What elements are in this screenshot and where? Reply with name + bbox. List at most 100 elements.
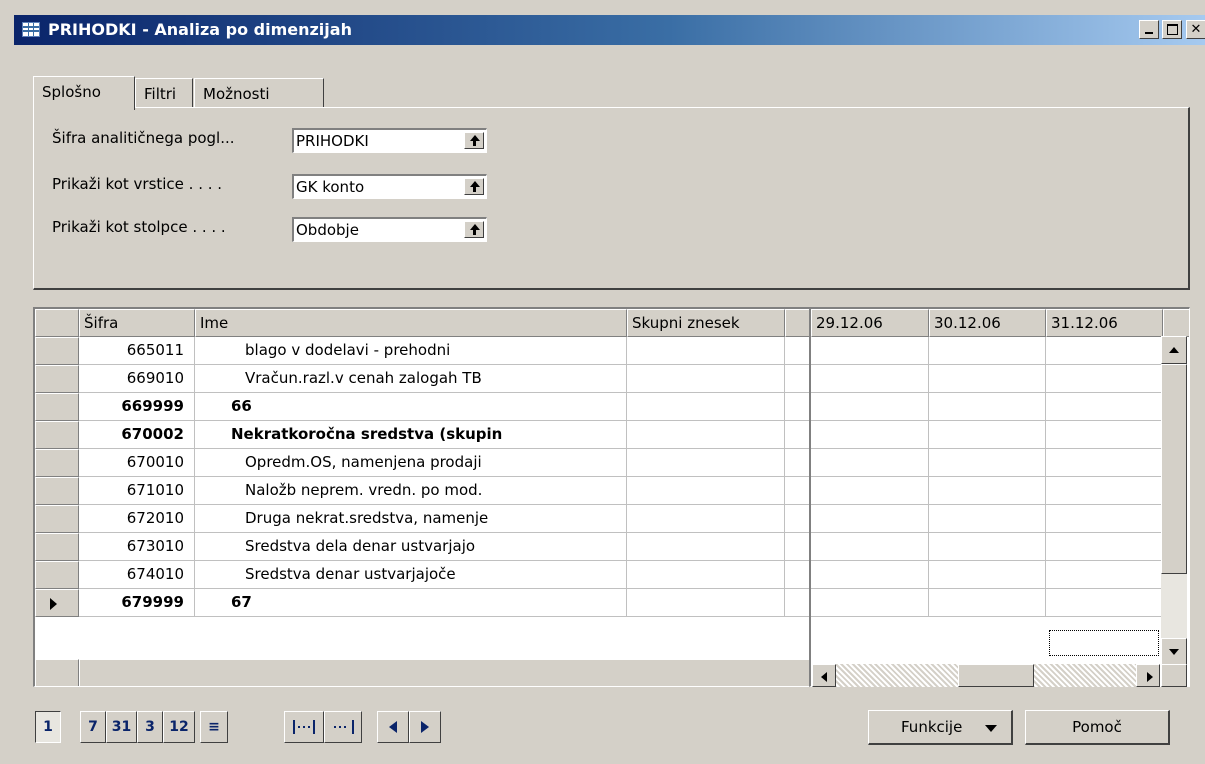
account-code-cell[interactable]: 670002 <box>79 421 195 449</box>
spacer-cell[interactable] <box>785 421 810 449</box>
spacer-cell[interactable] <box>785 365 810 393</box>
period-amount-cell[interactable] <box>929 589 1046 617</box>
scroll-up-arrow-icon[interactable] <box>1161 336 1187 364</box>
total-amount-cell[interactable] <box>627 589 785 617</box>
scroll-down-arrow-icon[interactable] <box>1161 638 1187 666</box>
period-amount-cell[interactable] <box>811 337 929 365</box>
account-code-cell[interactable]: 673010 <box>79 533 195 561</box>
period-amount-cell[interactable] <box>1046 533 1163 561</box>
row-selector[interactable] <box>35 561 79 589</box>
period-amount-cell[interactable] <box>1046 393 1163 421</box>
period-amount-cell[interactable] <box>929 533 1046 561</box>
column-header-period-2[interactable]: 30.12.06 <box>929 309 1046 337</box>
period-quarter-button[interactable]: 3 <box>137 711 163 743</box>
total-amount-cell[interactable] <box>627 421 785 449</box>
tab-general[interactable]: Splošno <box>33 76 135 110</box>
period-amount-cell[interactable] <box>811 561 929 589</box>
columns-grid[interactable]: 29.12.06 30.12.06 31.12.06 <box>809 307 1190 687</box>
period-amount-cell[interactable] <box>1046 449 1163 477</box>
column-header-period-1[interactable]: 29.12.06 <box>811 309 929 337</box>
tab-options[interactable]: Možnosti <box>194 78 324 108</box>
spacer-cell[interactable] <box>785 561 810 589</box>
spacer-cell[interactable] <box>785 337 810 365</box>
row-selector[interactable] <box>35 365 79 393</box>
account-name-cell[interactable]: Druga nekrat.sredstva, namenje <box>195 505 627 533</box>
spacer-cell[interactable] <box>785 449 810 477</box>
row-selector[interactable] <box>35 393 79 421</box>
account-code-cell[interactable]: 672010 <box>79 505 195 533</box>
vertical-scroll-thumb[interactable] <box>1161 364 1187 574</box>
period-amount-cell[interactable] <box>1046 505 1163 533</box>
period-month-button[interactable]: 31 <box>106 711 137 743</box>
period-amount-cell[interactable] <box>1046 561 1163 589</box>
account-name-cell[interactable]: 67 <box>195 589 627 617</box>
total-amount-cell[interactable] <box>627 477 785 505</box>
tab-filters[interactable]: Filtri <box>135 78 193 108</box>
spacer-cell[interactable] <box>785 477 810 505</box>
period-amount-cell[interactable] <box>811 365 929 393</box>
row-selector[interactable] <box>35 477 79 505</box>
period-amount-cell[interactable] <box>929 477 1046 505</box>
period-amount-cell[interactable] <box>811 589 929 617</box>
period-amount-cell[interactable] <box>929 505 1046 533</box>
period-amount-cell[interactable] <box>1046 477 1163 505</box>
account-code-cell[interactable]: 671010 <box>79 477 195 505</box>
period-amount-cell[interactable] <box>811 477 929 505</box>
row-selector[interactable] <box>35 449 79 477</box>
period-amount-cell[interactable] <box>811 533 929 561</box>
scroll-right-arrow-icon[interactable] <box>1136 664 1160 687</box>
account-name-cell[interactable]: Naložb neprem. vredn. po mod. <box>195 477 627 505</box>
spacer-cell[interactable] <box>785 505 810 533</box>
net-change-button[interactable] <box>284 711 324 743</box>
horizontal-scrollbar[interactable] <box>812 664 1160 687</box>
spacer-cell[interactable] <box>785 393 810 421</box>
column-header-code[interactable]: Šifra <box>79 309 195 337</box>
period-amount-cell[interactable] <box>929 393 1046 421</box>
previous-period-button[interactable] <box>377 711 409 743</box>
row-selector[interactable] <box>35 505 79 533</box>
total-amount-cell[interactable] <box>627 561 785 589</box>
lines-grid[interactable]: Šifra Ime Skupni znesek 665011 blago v do… <box>33 307 811 687</box>
period-amount-cell[interactable] <box>929 561 1046 589</box>
row-selector[interactable] <box>35 421 79 449</box>
period-amount-cell[interactable] <box>811 449 929 477</box>
account-name-cell[interactable]: Nekratkoročna sredstva (skupin <box>195 421 627 449</box>
period-amount-cell[interactable] <box>1046 337 1163 365</box>
lookup-arrow-icon[interactable] <box>464 221 484 238</box>
account-code-cell[interactable]: 669999 <box>79 393 195 421</box>
spacer-cell[interactable] <box>785 533 810 561</box>
vertical-scrollbar[interactable] <box>1161 336 1187 666</box>
scroll-left-arrow-icon[interactable] <box>812 664 836 687</box>
total-amount-cell[interactable] <box>627 393 785 421</box>
show-as-lines-field[interactable]: GK konto <box>292 174 487 199</box>
close-button[interactable]: ✕ <box>1186 20 1205 39</box>
row-selector[interactable] <box>35 589 79 617</box>
total-amount-cell[interactable] <box>627 365 785 393</box>
period-amount-cell[interactable] <box>1046 421 1163 449</box>
balance-at-date-button[interactable] <box>324 711 362 743</box>
period-amount-cell[interactable] <box>811 421 929 449</box>
period-amount-cell[interactable] <box>929 337 1046 365</box>
account-name-cell[interactable]: Opredm.OS, namenjena prodaji <box>195 449 627 477</box>
account-code-cell[interactable]: 679999 <box>79 589 195 617</box>
account-name-cell[interactable]: Vračun.razl.v cenah zalogah TB <box>195 365 627 393</box>
account-name-cell[interactable]: 66 <box>195 393 627 421</box>
account-name-cell[interactable]: Sredstva denar ustvarjajoče <box>195 561 627 589</box>
title-bar[interactable]: PRIHODKI - Analiza po dimenzijah ✕ <box>14 15 1205 45</box>
lookup-arrow-icon[interactable] <box>464 132 484 149</box>
maximize-button[interactable] <box>1162 20 1182 39</box>
period-amount-cell[interactable] <box>811 505 929 533</box>
period-amount-cell[interactable] <box>929 421 1046 449</box>
account-code-cell[interactable]: 665011 <box>79 337 195 365</box>
account-code-cell[interactable]: 669010 <box>79 365 195 393</box>
total-amount-cell[interactable] <box>627 505 785 533</box>
period-amount-cell[interactable] <box>929 449 1046 477</box>
minimize-button[interactable] <box>1139 20 1159 39</box>
period-accounting-button[interactable]: ≡ <box>200 711 228 743</box>
lookup-arrow-icon[interactable] <box>464 178 484 195</box>
total-amount-cell[interactable] <box>627 337 785 365</box>
show-as-columns-field[interactable]: Obdobje <box>292 217 487 242</box>
total-amount-cell[interactable] <box>627 533 785 561</box>
column-header-period-3[interactable]: 31.12.06 <box>1046 309 1163 337</box>
row-selector[interactable] <box>35 337 79 365</box>
